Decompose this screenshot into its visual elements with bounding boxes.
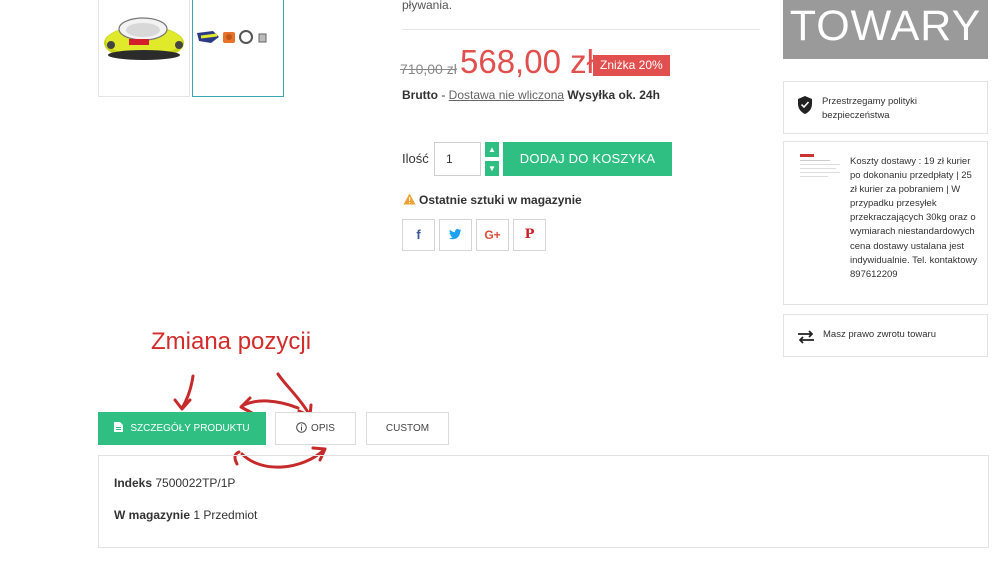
quantity-decrement-button[interactable]: ▼ xyxy=(485,161,499,176)
chevron-up-icon: ▲ xyxy=(488,145,496,154)
security-policy-box: Przestrzegamy polityki bezpieczeństwa xyxy=(783,81,988,134)
tab-description[interactable]: OPIS xyxy=(275,412,356,445)
product-accessories-thumb[interactable] xyxy=(192,0,284,97)
shipping-link[interactable]: Dostawa nie wliczona xyxy=(449,88,564,102)
security-policy-text: Przestrzegamy polityki bezpieczeństwa xyxy=(822,96,918,121)
price-info-line: Brutto - Dostawa nie wliczona Wysyłka ok… xyxy=(402,88,660,102)
share-twitter-button[interactable] xyxy=(439,219,472,251)
tab-custom[interactable]: CUSTOM xyxy=(366,412,449,445)
twitter-icon xyxy=(449,229,462,240)
exchange-arrows-icon xyxy=(798,330,814,344)
shield-icon xyxy=(798,96,812,114)
product-main-thumb[interactable] xyxy=(98,0,190,97)
description-tail: pływania. xyxy=(402,0,453,12)
stock-value: 1 Przedmiot xyxy=(190,508,258,522)
stock-row: W magazynie 1 Przedmiot xyxy=(114,508,257,522)
quantity-increment-button[interactable]: ▲ xyxy=(485,142,499,157)
index-row: Indeks 7500022TP/1P xyxy=(114,476,235,490)
brutto-separator: - xyxy=(438,88,449,102)
stock-label: W magazynie xyxy=(114,508,191,522)
stock-warning-text: Ostatnie sztuki w magazynie xyxy=(419,193,582,207)
share-pinterest-button[interactable]: P xyxy=(513,219,546,251)
returns-box: Masz prawo zwrotu towaru xyxy=(783,314,988,357)
chevron-down-icon: ▼ xyxy=(488,164,496,173)
annotation-text: Zmiana pozycji xyxy=(151,328,312,355)
discount-badge: Zniżka 20% xyxy=(593,55,670,76)
dispatch-info: Wysyłka ok. 24h xyxy=(564,88,660,102)
document-icon xyxy=(114,422,124,432)
index-value: 7500022TP/1P xyxy=(152,476,236,490)
quantity-label: Ilość xyxy=(402,151,429,166)
tab-product-details[interactable]: SZCZEGÓŁY PRODUKTU xyxy=(98,412,266,445)
returns-text: Masz prawo zwrotu towaru xyxy=(823,329,936,340)
delivery-costs-text: Koszty dostawy : 19 zł kurier po dokonan… xyxy=(850,156,978,280)
inflatable-tube-image xyxy=(104,17,184,60)
brutto-label: Brutto xyxy=(402,88,438,102)
price: 568,00 zł xyxy=(460,43,594,80)
add-to-cart-button[interactable]: DODAJ DO KOSZYKA xyxy=(503,142,672,176)
stock-warning: Ostatnie sztuki w magazynie xyxy=(403,193,582,207)
delivery-logo-icon xyxy=(798,153,842,179)
tab-product-details-label: SZCZEGÓŁY PRODUKTU xyxy=(130,423,250,434)
pinterest-icon: P xyxy=(524,227,535,242)
warning-icon xyxy=(403,193,416,205)
share-googleplus-button[interactable]: G+ xyxy=(476,219,509,251)
tab-custom-label: CUSTOM xyxy=(385,423,430,434)
facebook-icon: f xyxy=(416,227,421,242)
tab-description-label: OPIS xyxy=(311,423,335,434)
share-facebook-button[interactable]: f xyxy=(402,219,435,251)
divider xyxy=(402,29,760,30)
delivery-costs-box: Koszty dostawy : 19 zł kurier po dokonan… xyxy=(783,141,988,305)
accessories-image xyxy=(197,30,267,44)
product-details-panel: Indeks 7500022TP/1P W magazynie 1 Przedm… xyxy=(98,455,989,548)
info-icon xyxy=(296,422,307,433)
quantity-input[interactable]: 1 xyxy=(434,142,481,176)
google-plus-icon: G+ xyxy=(484,228,501,242)
towary-banner: TOWARY xyxy=(783,0,988,59)
index-label: Indeks xyxy=(114,476,153,490)
old-price: 710,00 zł xyxy=(400,61,457,77)
